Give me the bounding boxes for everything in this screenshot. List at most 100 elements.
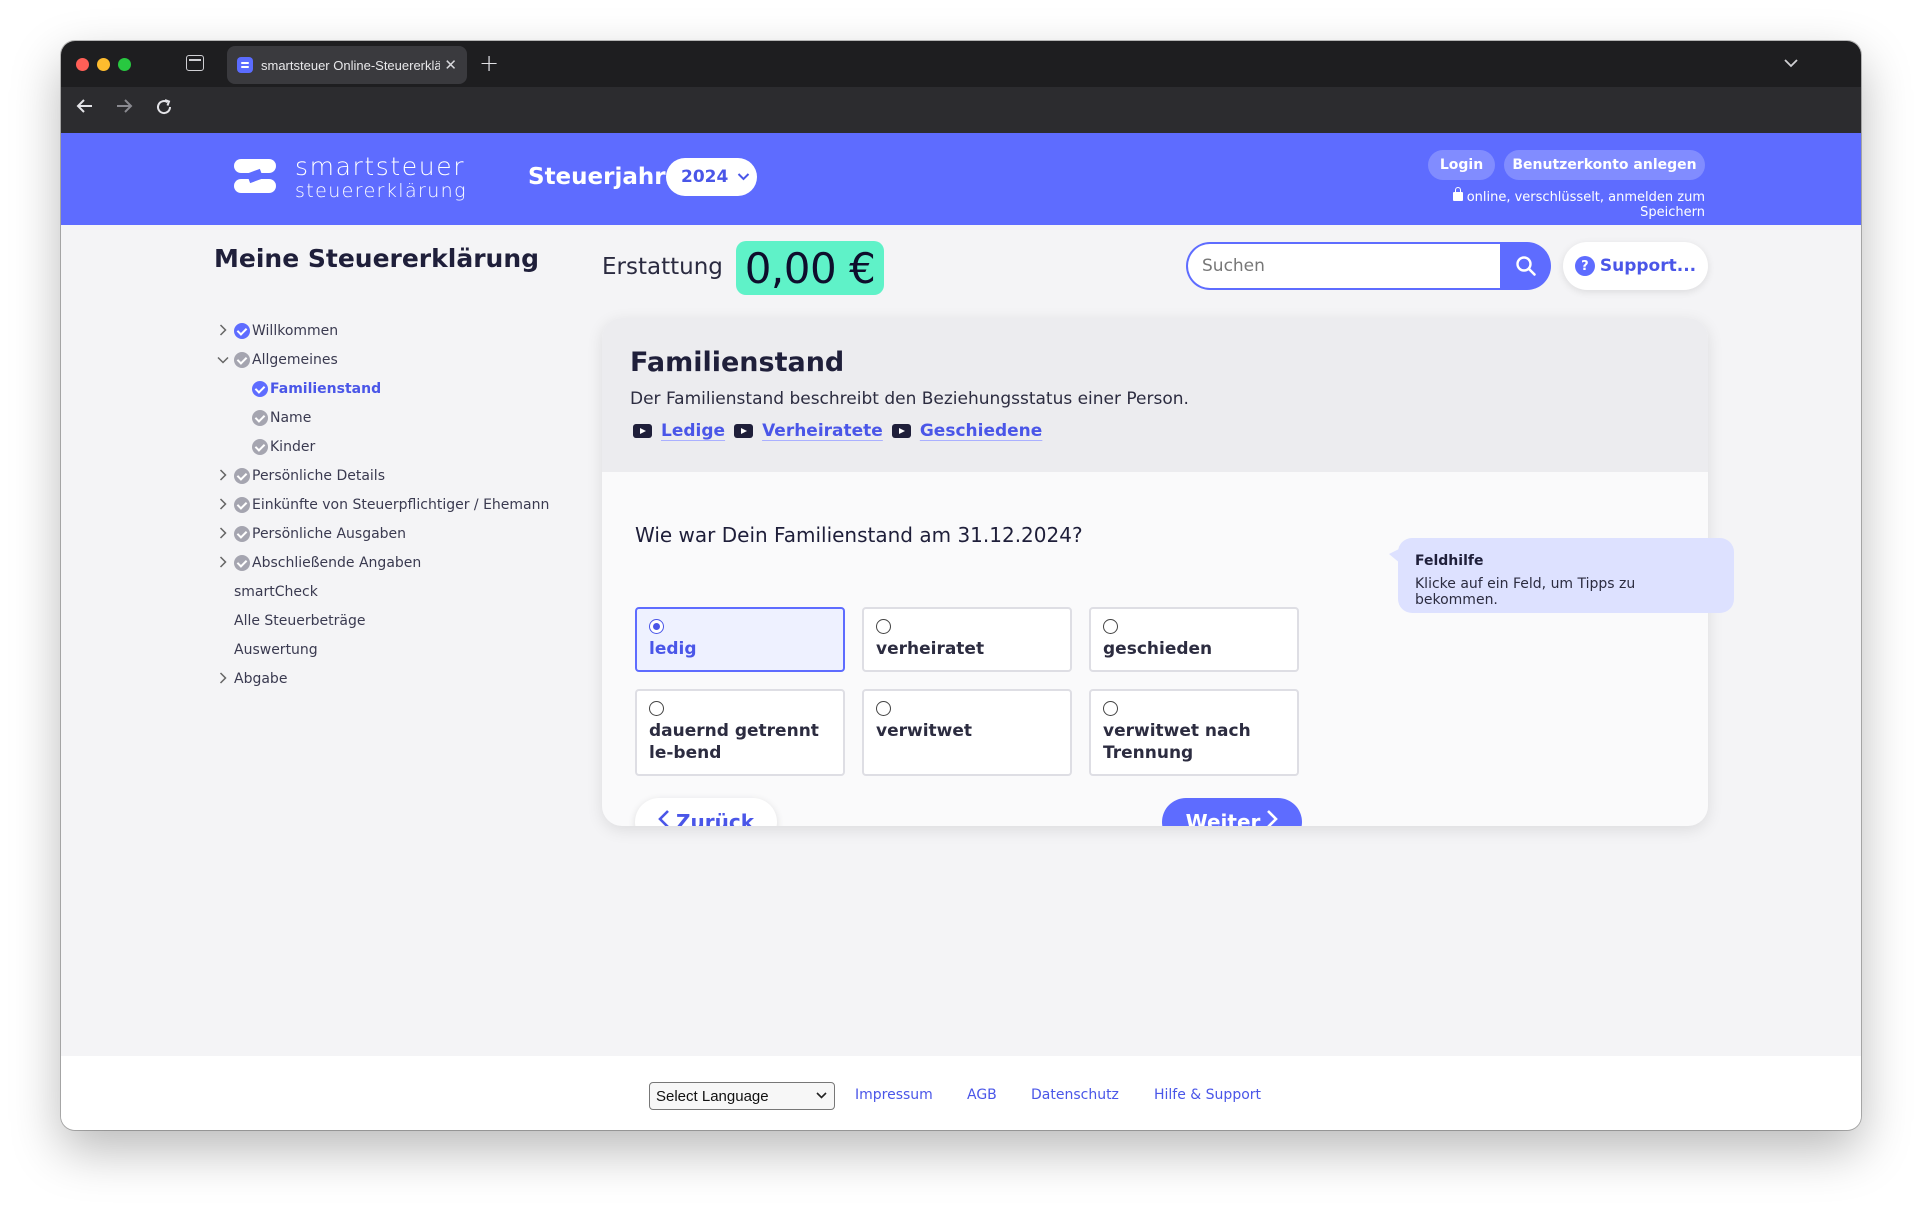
chevron-down-icon [737, 170, 750, 185]
chevron-right-icon[interactable] [214, 555, 232, 571]
tab-title: smartsteuer Online-Steuererklä [261, 57, 441, 73]
login-button[interactable]: Login [1428, 150, 1495, 180]
sidebar-item-auswertung[interactable]: Auswertung [234, 642, 318, 658]
video-play-icon [891, 424, 911, 438]
sidebar-item-label: Kinder [270, 439, 316, 455]
sidebar-item-label: Persönliche Details [252, 468, 385, 484]
sidebar-item-label: Familienstand [270, 381, 382, 397]
check-circle-icon [234, 323, 250, 339]
video-link-geschiedene[interactable]: Geschiedene [920, 421, 1042, 441]
sidebar-item-alle-steuerbetraege[interactable]: Alle Steuerbeträge [234, 613, 365, 629]
logo-line1: smartsteuer [295, 152, 466, 181]
field-help-bubble: Feldhilfe Klicke auf ein Feld, um Tipps … [1389, 538, 1734, 613]
footer-link-impressum[interactable]: Impressum [855, 1087, 933, 1103]
option-label: dauernd getrennt le-bend [649, 721, 819, 763]
tax-year-label: Steuerjahr [528, 164, 666, 190]
sidebar-item-label: Einkünfte von Steuerpflichtiger / Eheman… [252, 497, 550, 513]
footer-link-hilfe-support[interactable]: Hilfe & Support [1154, 1087, 1261, 1103]
option-verheiratet[interactable]: verheiratet [862, 607, 1072, 672]
sidebar-item-einkuenfte[interactable]: Einkünfte von Steuerpflichtiger / Eheman… [214, 497, 549, 513]
lock-icon [1452, 187, 1463, 201]
refund-label: Erstattung [602, 254, 723, 280]
logo-line2: steuererklärung [295, 180, 467, 202]
chevron-right-icon[interactable] [214, 526, 232, 542]
tab-overview-icon[interactable] [186, 55, 204, 71]
option-dauernd-getrennt[interactable]: dauernd getrennt le-bend [635, 689, 845, 776]
radio-icon[interactable] [649, 701, 664, 716]
option-label: geschieden [1103, 639, 1213, 659]
sidebar-item-abgabe[interactable]: Abgabe [214, 671, 287, 687]
smartsteuer-logo-icon[interactable] [232, 157, 278, 195]
chevron-down-icon[interactable] [214, 353, 232, 367]
sidebar-item-smartcheck[interactable]: smartCheck [234, 584, 318, 600]
back-button[interactable]: Zurück [635, 798, 777, 826]
chevron-right-icon[interactable] [214, 323, 232, 339]
option-verwitwet[interactable]: verwitwet [862, 689, 1072, 776]
smartsteuer-favicon-icon [237, 57, 253, 73]
radio-icon[interactable] [876, 619, 891, 634]
tab-close-icon[interactable]: ✕ [444, 56, 457, 74]
help-text: Klicke auf ein Feld, um Tipps zu bekomme… [1415, 576, 1636, 608]
option-verwitwet-nach-trennung[interactable]: verwitwet nach Trennung [1089, 689, 1299, 776]
search-input[interactable] [1186, 242, 1502, 290]
radio-selected-icon[interactable] [649, 619, 664, 634]
tax-year-select[interactable]: 2024 [666, 158, 757, 196]
footer-link-datenschutz[interactable]: Datenschutz [1031, 1087, 1119, 1103]
sidebar-item-label: Alle Steuerbeträge [234, 613, 366, 629]
browser-navbar [61, 87, 1861, 133]
new-tab-icon[interactable]: + [479, 49, 499, 77]
radio-icon[interactable] [1103, 619, 1118, 634]
sidebar-item-persoenliche-details[interactable]: Persönliche Details [214, 468, 385, 484]
support-button[interactable]: ? Support... [1563, 242, 1708, 290]
video-link-verheiratete[interactable]: Verheiratete [762, 421, 883, 441]
sidebar-item-label: Persönliche Ausgaben [252, 526, 407, 542]
sidebar-item-label: Willkommen [252, 323, 339, 339]
language-select[interactable]: Select Language [649, 1082, 835, 1110]
search-button[interactable] [1500, 242, 1551, 290]
chevron-right-icon[interactable] [214, 468, 232, 484]
radio-icon[interactable] [876, 701, 891, 716]
check-circle-icon [234, 468, 250, 484]
help-title: Feldhilfe [1415, 553, 1484, 569]
sidebar-item-allgemeines[interactable]: Allgemeines [214, 352, 338, 368]
close-window-icon[interactable] [76, 58, 89, 71]
next-button[interactable]: Weiter [1162, 798, 1302, 826]
option-label: verheiratet [876, 639, 985, 659]
browser-window: smartsteuer Online-Steuererklä ✕ + smart… [61, 41, 1861, 1130]
site-footer: Select Language Impressum AGB Datenschut… [61, 1056, 1861, 1130]
back-arrow-icon[interactable] [75, 96, 95, 121]
reload-icon[interactable] [154, 97, 174, 122]
tab-list-chevron-icon[interactable] [1783, 53, 1799, 72]
minimize-window-icon[interactable] [97, 58, 110, 71]
sidebar-item-name[interactable]: Name [252, 410, 311, 426]
maximize-window-icon[interactable] [118, 58, 131, 71]
option-ledig[interactable]: ledig [635, 607, 845, 672]
sidebar-item-willkommen[interactable]: Willkommen [214, 323, 338, 339]
site-header: smartsteuer steuererklärung Steuerjahr 2… [61, 133, 1861, 225]
option-label: ledig [649, 639, 697, 659]
video-link-ledige[interactable]: Ledige [661, 421, 725, 441]
search-icon [1515, 256, 1536, 276]
browser-tab-active[interactable]: smartsteuer Online-Steuererklä ✕ [227, 46, 467, 84]
register-button[interactable]: Benutzerkonto anlegen [1504, 150, 1705, 180]
video-links: Ledige Verheiratete Geschiedene [630, 421, 1048, 441]
radio-icon[interactable] [1103, 701, 1118, 716]
forward-arrow-icon[interactable] [114, 96, 134, 121]
sidebar-item-abschliessende-angaben[interactable]: Abschließende Angaben [214, 555, 421, 571]
sidebar-item-label: Abschließende Angaben [252, 555, 422, 571]
chevron-right-icon[interactable] [214, 671, 232, 687]
sidebar-item-persoenliche-ausgaben[interactable]: Persönliche Ausgaben [214, 526, 406, 542]
check-circle-icon [234, 352, 250, 368]
chevron-left-icon [658, 809, 670, 826]
chevron-right-icon [1266, 809, 1279, 826]
sidebar-title: Meine Steuererklärung [214, 244, 540, 273]
tax-year-value: 2024 [681, 167, 729, 187]
option-geschieden[interactable]: geschieden [1089, 607, 1299, 672]
sidebar-item-familienstand[interactable]: Familienstand [252, 381, 381, 397]
sidebar-item-kinder[interactable]: Kinder [252, 439, 315, 455]
logo-wordmark[interactable]: smartsteuer steuererklärung [295, 152, 467, 203]
check-circle-icon [234, 526, 250, 542]
video-play-icon [734, 424, 754, 438]
chevron-right-icon[interactable] [214, 497, 232, 513]
footer-link-agb[interactable]: AGB [967, 1087, 997, 1103]
